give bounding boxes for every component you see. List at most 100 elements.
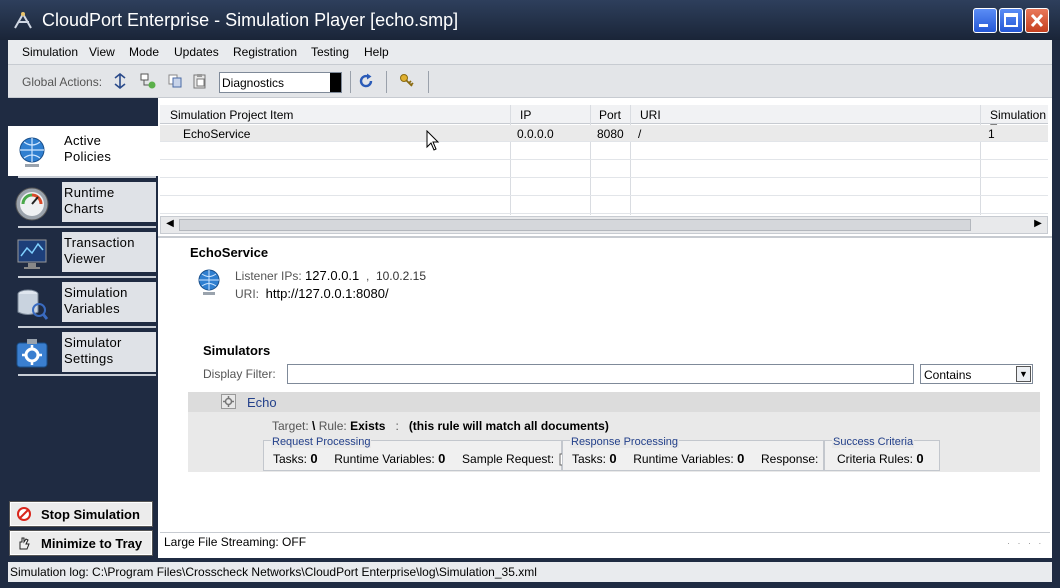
horizontal-scrollbar[interactable]: ◀ ▶ (160, 216, 1048, 234)
stop-simulation-button[interactable]: Stop Simulation (9, 501, 153, 527)
rule-value: Exists (350, 419, 386, 433)
keys-icon[interactable] (399, 73, 415, 89)
maximize-icon (1004, 13, 1018, 27)
listener-ips-label: Listener IPs: (235, 269, 302, 283)
sample-request-label: Sample Request: (462, 452, 555, 466)
combo-dropdown-button[interactable] (330, 73, 341, 92)
minimize-to-tray-label: Minimize to Tray (41, 536, 143, 551)
global-actions-label: Global Actions: (22, 75, 103, 89)
scrollbar-thumb[interactable] (179, 219, 971, 231)
display-filter-input[interactable] (287, 364, 914, 384)
monitor-icon (17, 239, 47, 269)
window-title: CloudPort Enterprise - Simulation Player… (42, 10, 459, 30)
main-area: Simulation Project Item IP Port URI Simu… (158, 98, 1052, 558)
response-vars-count: 0 (737, 451, 745, 466)
listener-ip-secondary: 10.0.2.15 (375, 269, 426, 283)
title-bar[interactable]: CloudPort Enterprise - Simulation Player… (0, 0, 1060, 40)
success-criteria-group: Success Criteria Criteria Rules: 0 (824, 436, 940, 471)
chevron-down-icon[interactable]: ▼ (1016, 366, 1031, 382)
copy-icon[interactable] (167, 73, 183, 89)
minimize-icon (979, 24, 988, 27)
diagnostics-combo[interactable]: Diagnostics (219, 72, 342, 93)
grid-header: Simulation Project Item IP Port URI Simu… (160, 105, 1048, 136)
service-globe-icon (198, 269, 220, 295)
service-title: EchoService (190, 245, 269, 260)
nav-item-label: Simulation Variables (64, 285, 128, 316)
column-header-uri[interactable]: URI (640, 108, 661, 122)
listener-ips: Listener IPs: 127.0.0.1 , 10.0.2.15 (235, 268, 426, 283)
menu-mode[interactable]: Mode (129, 45, 159, 59)
nav-item-label: Runtime Charts (64, 185, 115, 216)
success-criteria-body: Criteria Rules: 0 (837, 451, 924, 466)
toolbar: Global Actions: Diagnostics (8, 64, 1052, 98)
close-icon (1030, 13, 1044, 28)
simulator-name[interactable]: Echo (247, 395, 277, 410)
filter-mode-value: Contains (924, 368, 972, 382)
rule-separator: : (395, 419, 399, 433)
column-header-item[interactable]: Simulation Project Item (170, 108, 293, 122)
menu-view[interactable]: View (89, 45, 115, 59)
app-window: CloudPort Enterprise - Simulation Player… (0, 0, 1060, 588)
settings-icon (16, 339, 48, 368)
hand-icon (19, 537, 30, 550)
success-criteria-title[interactable]: Success Criteria (832, 436, 915, 448)
cell-ip: 0.0.0.0 (517, 127, 554, 141)
maximize-window-button[interactable] (999, 8, 1023, 33)
database-icon (17, 289, 49, 320)
minimize-window-button[interactable] (973, 8, 997, 33)
listener-ip-primary: 127.0.0.1 (305, 268, 360, 283)
request-processing-body: Tasks: 0 Runtime Variables: 0 Sample Req… (273, 451, 571, 467)
simulator-rule: Target: \ Rule: Exists : (this rule will… (272, 419, 609, 433)
add-simulator-icon[interactable] (140, 73, 156, 89)
scroll-left-icon[interactable]: ◀ (163, 218, 177, 232)
close-window-button[interactable] (1025, 8, 1049, 33)
target-label: Target: (272, 419, 309, 433)
request-processing-group: Request Processing Tasks: 0 Runtime Vari… (263, 436, 570, 471)
column-header-port[interactable]: Port (599, 108, 621, 122)
display-filter-label: Display Filter: (203, 367, 276, 381)
uri-value: http://127.0.0.1:8080/ (265, 286, 389, 301)
table-row-empty (160, 179, 1048, 196)
menu-bar: Simulation View Mode Updates Registratio… (8, 40, 1052, 64)
target-value: \ (312, 419, 316, 433)
menu-registration[interactable]: Registration (233, 45, 297, 59)
menu-help[interactable]: Help (364, 45, 389, 59)
nav-simulator-settings[interactable]: Simulator Settings (8, 328, 156, 376)
scroll-right-icon[interactable]: ▶ (1031, 218, 1045, 232)
gauge-icon (15, 187, 49, 221)
request-tasks-count: 0 (310, 451, 318, 466)
request-processing-title[interactable]: Request Processing (271, 436, 372, 448)
menu-updates[interactable]: Updates (174, 45, 219, 59)
nav-transaction-viewer[interactable]: Transaction Viewer (8, 228, 156, 276)
splitter[interactable] (158, 236, 1052, 238)
criteria-rules-count: 0 (916, 451, 924, 466)
cell-item: EchoService (183, 127, 251, 141)
paste-icon[interactable] (192, 73, 208, 89)
nav-active-policies[interactable]: Active Policies (8, 126, 158, 176)
simulator-header[interactable]: Echo (188, 392, 1040, 412)
simulation-log-path: Simulation log: C:\Program Files\Crossch… (8, 562, 1052, 582)
minimize-to-tray-button[interactable]: Minimize to Tray (9, 530, 153, 556)
response-processing-group: Response Processing Tasks: 0 Runtime Var… (562, 436, 835, 471)
criteria-rules-label: Criteria Rules: (837, 452, 914, 466)
request-vars-count: 0 (438, 451, 446, 466)
footer: Simulation log: C:\Program Files\Crossch… (0, 558, 1060, 588)
expand-all-icon[interactable] (112, 73, 128, 89)
service-uri: URI: http://127.0.0.1:8080/ (235, 286, 389, 301)
filter-mode-select[interactable]: Contains ▼ (920, 364, 1033, 384)
refresh-icon[interactable] (358, 73, 374, 89)
gear-icon[interactable] (221, 394, 236, 409)
listener-ip-separator: , (365, 269, 370, 283)
toolbar-separator (428, 71, 429, 93)
left-nav-panel: Active Policies Runtime Charts Transacti… (8, 98, 158, 558)
table-row-empty (160, 143, 1048, 160)
table-row[interactable]: EchoService 0.0.0.0 8080 / 1 (160, 125, 1048, 142)
menu-testing[interactable]: Testing (311, 45, 349, 59)
nav-runtime-charts[interactable]: Runtime Charts (8, 178, 156, 226)
response-processing-title[interactable]: Response Processing (570, 436, 680, 448)
resize-grip-icon[interactable]: . . . . (1007, 537, 1044, 546)
streaming-status-text: Large File Streaming: OFF (164, 535, 307, 549)
menu-simulation[interactable]: Simulation (22, 45, 78, 59)
nav-simulation-variables[interactable]: Simulation Variables (8, 278, 156, 326)
column-header-ip[interactable]: IP (520, 108, 531, 122)
